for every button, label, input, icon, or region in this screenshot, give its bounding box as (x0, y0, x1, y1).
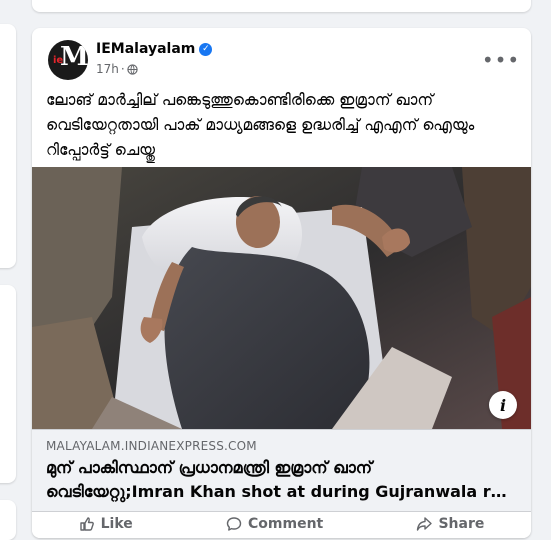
verified-badge-icon: ✓ (199, 42, 213, 56)
more-icon: ••• (481, 48, 521, 72)
info-icon[interactable]: i (489, 391, 517, 419)
like-button[interactable]: Like (79, 516, 133, 532)
post-meta: 17h · (96, 62, 138, 76)
share-button[interactable]: Share (416, 516, 484, 532)
news-photo-illustration (32, 167, 531, 429)
page-name[interactable]: IEMalayalam (96, 41, 195, 57)
post-text: ലോങ് മാർച്ചില് പങ്കെടുത്തുകൊണ്ടിരിക്കെ ഇ… (46, 91, 475, 159)
share-label: Share (438, 516, 485, 532)
link-title-line2: വെടിയേറ്റു;Imran Khan shot at during Guj… (46, 482, 517, 501)
share-icon (417, 517, 433, 531)
comment-icon (226, 517, 242, 531)
left-column-card (0, 285, 16, 483)
comment-button[interactable]: Comment (226, 516, 323, 532)
link-title-line1: മുന് പാകിസ്ഥാന് പ്രധാനമന്ത്രി ഇമ്രാന് ഖാ… (46, 458, 373, 477)
more-options-button[interactable]: ••• (481, 42, 521, 78)
link-domain: MALAYALAM.INDIANEXPRESS.COM (46, 439, 257, 453)
post-timestamp[interactable]: 17h (96, 62, 119, 76)
page-name-row: IEMalayalam ✓ (96, 41, 213, 57)
post-image[interactable]: i (32, 167, 531, 429)
like-icon (79, 517, 94, 531)
post-header: M ie IEMalayalam ✓ 17h · ••• (48, 40, 519, 80)
post-action-bar: Like Comment Share (32, 511, 531, 538)
like-label: Like (100, 516, 133, 532)
avatar-letter-ie: ie (53, 55, 64, 66)
avatar-letter-m: M (60, 42, 88, 72)
left-column-card (0, 500, 16, 540)
link-title[interactable]: മുന് പാകിസ്ഥാന് പ്രധാനമന്ത്രി ഇമ്രാന് ഖാ… (46, 456, 517, 504)
page-avatar[interactable]: M ie (48, 40, 88, 80)
meta-separator: · (120, 62, 125, 76)
comment-label: Comment (248, 516, 324, 532)
previous-post-card (32, 0, 531, 12)
left-column-card (0, 24, 16, 268)
globe-icon (127, 63, 138, 75)
feed-post: M ie IEMalayalam ✓ 17h · ••• ലോങ് മാർച്ച… (32, 28, 531, 538)
